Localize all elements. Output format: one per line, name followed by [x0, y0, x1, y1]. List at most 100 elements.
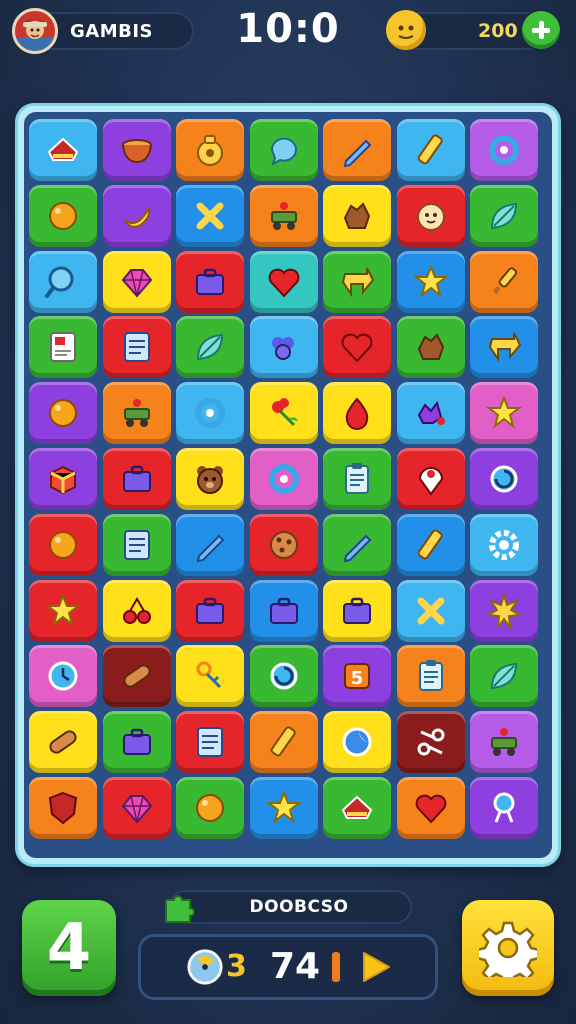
tile-case[interactable]: [249, 579, 318, 642]
cart-icon: [491, 728, 517, 757]
case-icon: [196, 597, 224, 624]
bowl-icon: [121, 139, 152, 164]
tile-case[interactable]: [176, 250, 244, 313]
tile-bandage[interactable]: [29, 711, 97, 774]
tile-ring[interactable]: [176, 382, 244, 445]
tile-house[interactable]: [323, 777, 391, 839]
tile-clock[interactable]: [29, 645, 97, 708]
code-text: DOOBCSO: [249, 897, 349, 917]
tile-leaf[interactable]: [176, 316, 244, 379]
bubble-icon: [270, 137, 297, 167]
tile-clipboard[interactable]: [396, 645, 465, 708]
tile-keys[interactable]: [176, 645, 244, 708]
tile-sun[interactable]: [470, 579, 538, 642]
tile-banana[interactable]: [102, 184, 171, 247]
tile-bear[interactable]: [176, 448, 244, 510]
tile-pencil[interactable]: [176, 513, 244, 576]
tile-gear[interactable]: [470, 513, 538, 576]
tile-heart[interactable]: [323, 316, 391, 379]
tile-leaf[interactable]: [470, 184, 538, 247]
tile-heart[interactable]: [249, 250, 318, 313]
tile-bandage[interactable]: [102, 645, 171, 708]
tile-ball[interactable]: [29, 382, 97, 445]
tile-gem[interactable]: [102, 777, 171, 839]
tile-marker[interactable]: [249, 711, 318, 774]
tile-grapes[interactable]: [249, 316, 318, 379]
play-icon[interactable]: [360, 950, 392, 984]
tile-star[interactable]: [470, 382, 538, 445]
tile-blob[interactable]: [396, 316, 465, 379]
tile-cart[interactable]: [470, 711, 538, 774]
score-marker: [332, 952, 340, 982]
bandage-icon: [49, 730, 77, 754]
tile-arrow[interactable]: [323, 250, 391, 313]
heart-icon: [268, 268, 299, 298]
tile-gem[interactable]: [102, 250, 171, 313]
tile-marker[interactable]: [396, 119, 465, 181]
tile-note[interactable]: [102, 513, 171, 576]
tile-blob[interactable]: [323, 184, 391, 247]
tile-case[interactable]: [102, 448, 171, 510]
tile-cart[interactable]: [102, 382, 171, 445]
tile-moon[interactable]: [323, 711, 391, 774]
tile-case[interactable]: [176, 579, 244, 642]
tile-ball[interactable]: [29, 513, 97, 576]
tile-drop[interactable]: [323, 382, 391, 445]
tile-cube[interactable]: [29, 448, 97, 510]
tile-ball[interactable]: [29, 184, 97, 247]
clipboard-icon: [345, 463, 369, 494]
tile-note[interactable]: [102, 316, 171, 379]
tile-house[interactable]: [29, 119, 97, 181]
tile-bowl[interactable]: [102, 119, 171, 181]
tile-cart[interactable]: [249, 184, 318, 247]
tile-bag[interactable]: [176, 119, 244, 181]
settings-button[interactable]: [462, 900, 554, 996]
add-coins-button[interactable]: [522, 11, 560, 49]
tile-ring[interactable]: [470, 119, 538, 181]
tile-swirl[interactable]: [249, 645, 318, 708]
tile-star[interactable]: [249, 777, 318, 839]
tile-scissors[interactable]: [396, 711, 465, 774]
tile-cross[interactable]: [396, 579, 465, 642]
tile-note[interactable]: [176, 711, 244, 774]
star-icon: [45, 592, 81, 627]
tile-pencil[interactable]: [323, 513, 391, 576]
marker-icon: [417, 134, 443, 165]
tile-brush[interactable]: [470, 250, 538, 313]
swirl-icon: [490, 465, 518, 493]
tile-case[interactable]: [102, 711, 171, 774]
tile-cross[interactable]: [176, 184, 244, 247]
tile-cherry[interactable]: [102, 579, 171, 642]
tile-heart[interactable]: [396, 777, 465, 839]
tile-leaf[interactable]: [470, 645, 538, 708]
pencil-icon: [343, 139, 372, 168]
tile-clipboard[interactable]: [323, 448, 391, 510]
moves-count: 3: [226, 949, 247, 984]
gem-icon: [121, 795, 152, 824]
tile-arrow[interactable]: [470, 316, 538, 379]
tile-splash[interactable]: [396, 382, 465, 445]
tile-marker[interactable]: [396, 513, 465, 576]
cube-icon: [50, 465, 76, 495]
tile-bulb[interactable]: [470, 777, 538, 839]
tile-ball[interactable]: [176, 777, 244, 839]
tile-flower[interactable]: [249, 382, 318, 445]
tile-card[interactable]: [29, 316, 97, 379]
tile-case[interactable]: [323, 579, 391, 642]
tile-cookie[interactable]: [249, 513, 318, 576]
tile-pin[interactable]: [396, 448, 465, 510]
ball-icon: [49, 530, 77, 559]
tile-face[interactable]: [396, 184, 465, 247]
coin-counter: 200: [386, 10, 560, 50]
tile-star[interactable]: [396, 250, 465, 313]
tile-shield[interactable]: [29, 777, 97, 839]
tile-swirl[interactable]: [470, 448, 538, 510]
tile-ring[interactable]: [249, 448, 318, 510]
tile-pencil[interactable]: [323, 119, 391, 181]
tile-star[interactable]: [29, 579, 97, 642]
level-button[interactable]: 4: [22, 900, 116, 996]
game-board: 5: [18, 106, 558, 864]
tile-lens[interactable]: [29, 250, 97, 313]
tile-five[interactable]: 5: [323, 645, 391, 708]
tile-bubble[interactable]: [249, 119, 318, 181]
